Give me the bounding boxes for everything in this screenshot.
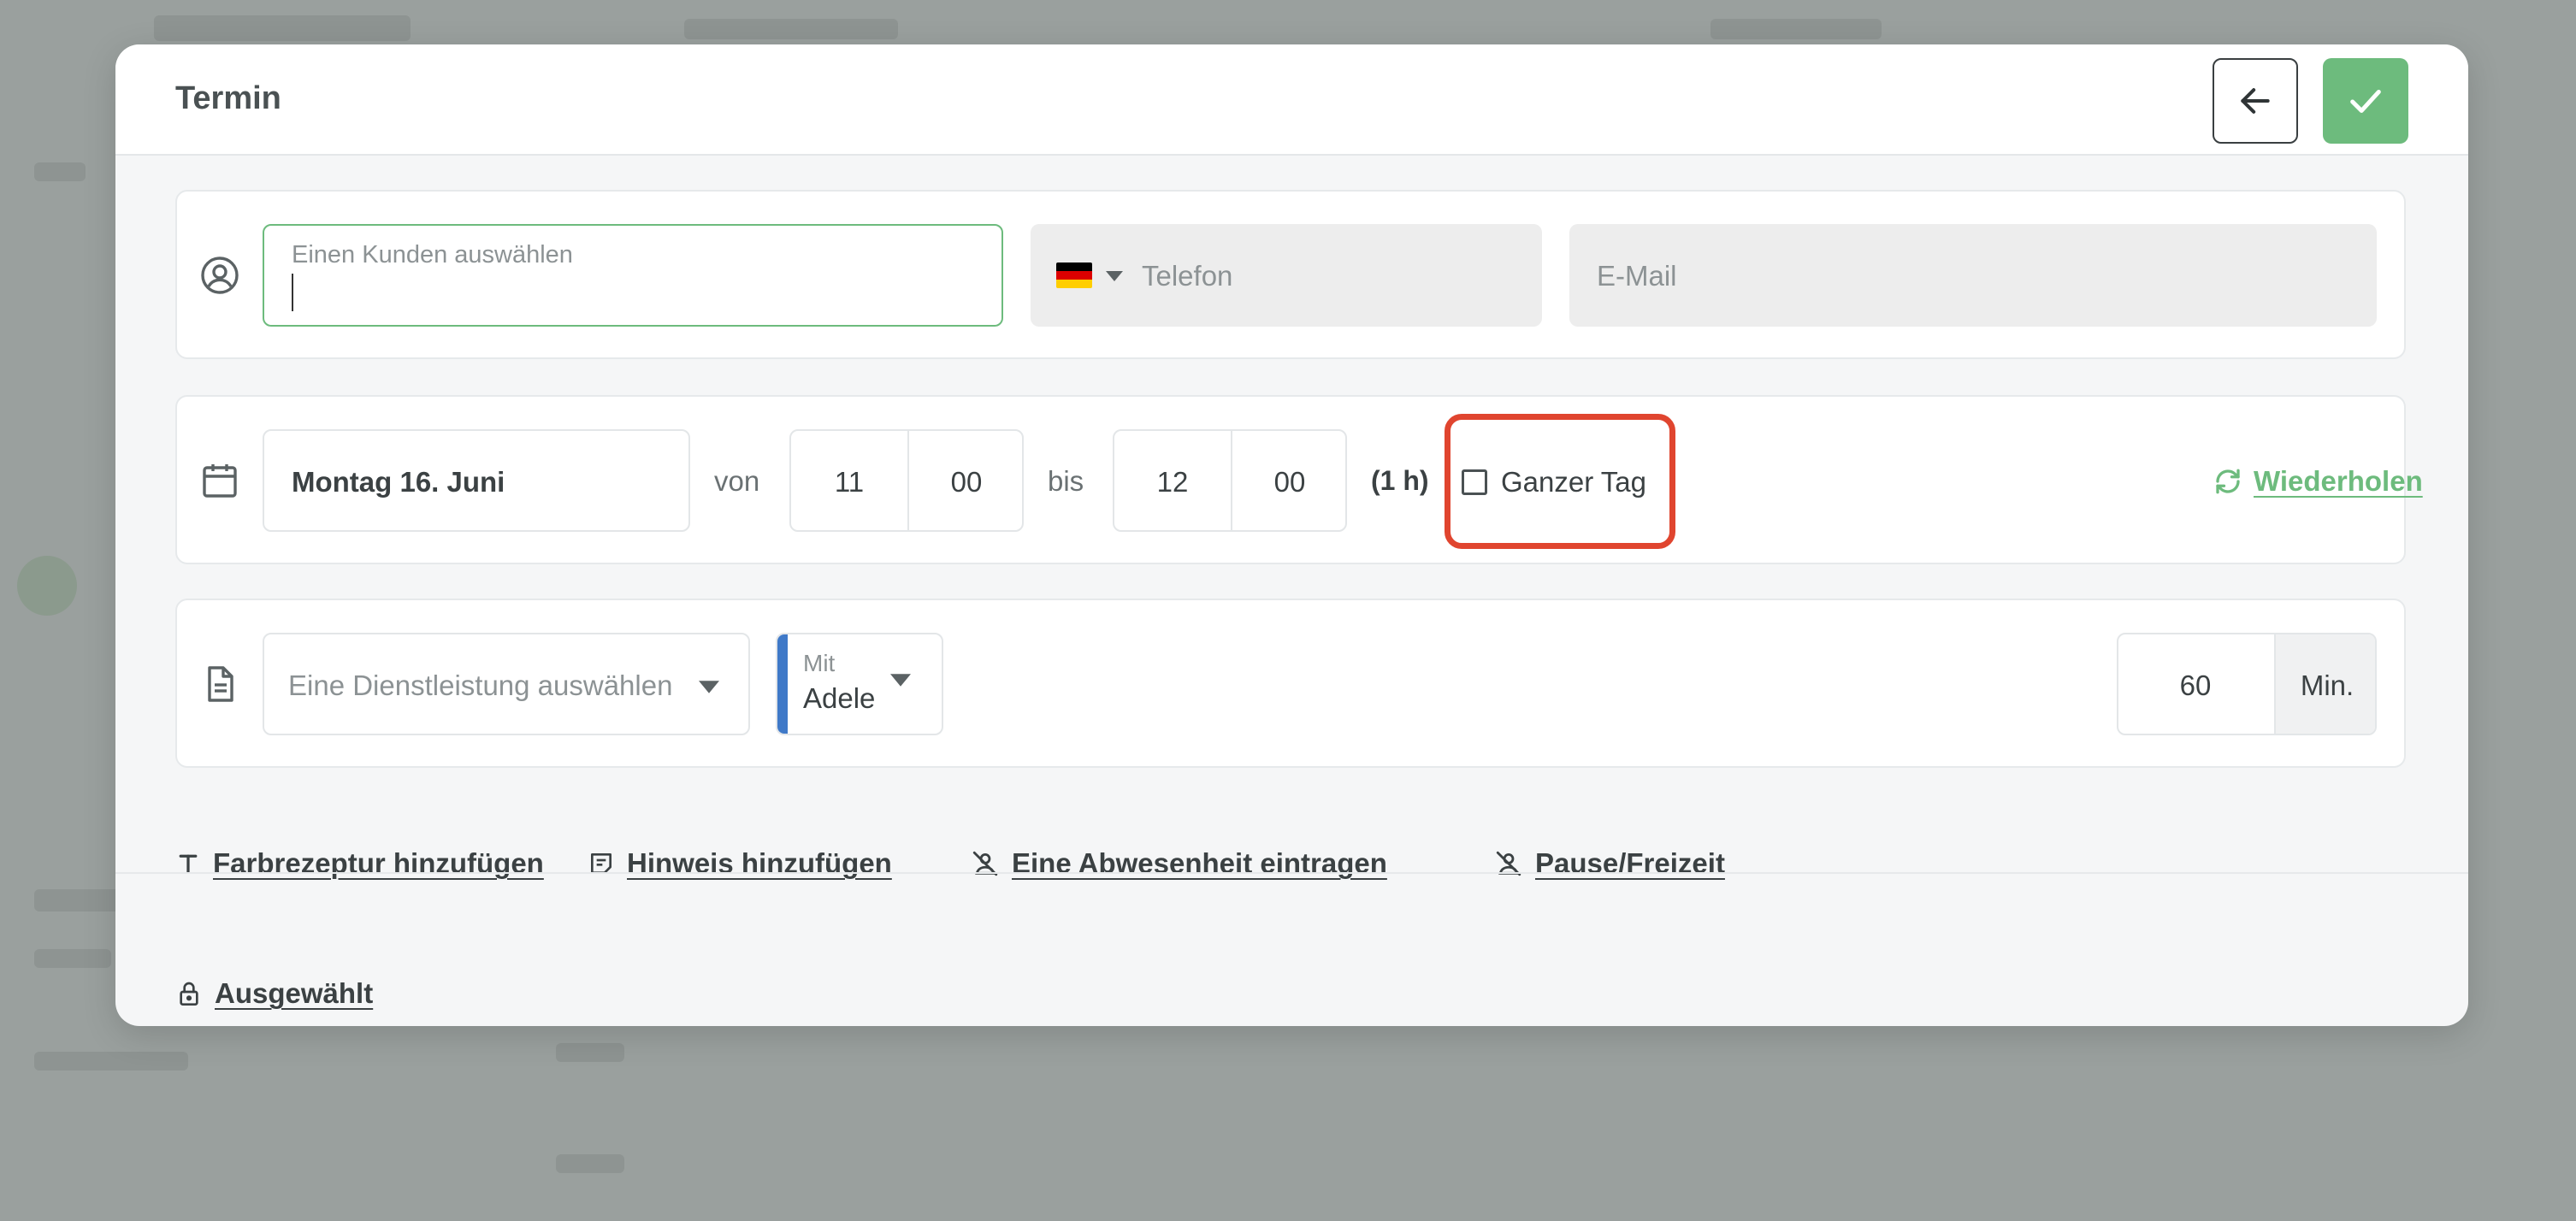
customer-placeholder: Einen Kunden auswählen xyxy=(292,241,573,268)
end-minute-input[interactable]: 00 xyxy=(1232,466,1347,498)
bg-bar xyxy=(34,1052,188,1071)
duration-input: 60 Min. xyxy=(2117,633,2377,735)
minutes-unit: Min. xyxy=(2300,669,2354,701)
start-time-input: 11 00 xyxy=(789,429,1024,532)
service-select[interactable]: Eine Dienstleistung auswählen xyxy=(263,633,750,735)
schedule-card: Montag 16. Juni von 11 00 bis 12 00 (1 h… xyxy=(175,395,2423,564)
modal-header: Termin xyxy=(115,44,2468,156)
start-minute-input[interactable]: 00 xyxy=(909,466,1024,498)
arrow-left-icon xyxy=(2241,88,2270,114)
text-cursor xyxy=(292,274,293,311)
add-note-label: Hinweis hinzufügen xyxy=(627,847,892,879)
appointment-modal: Termin Einen Kunden auswählen Telefon E-… xyxy=(115,44,2468,1026)
selected-lock-link[interactable]: Ausgewählt xyxy=(175,976,373,1011)
footer-divider xyxy=(115,872,2468,874)
to-label: bis xyxy=(1048,465,1084,497)
staff-color-bar xyxy=(777,634,788,734)
bg-bar xyxy=(34,162,86,181)
customer-search-input[interactable]: Einen Kunden auswählen xyxy=(263,224,1003,327)
all-day-label: Ganzer Tag xyxy=(1501,466,1646,498)
all-day-checkbox[interactable]: Ganzer Tag xyxy=(1462,457,1646,508)
repeat-link[interactable]: Wiederholen xyxy=(2213,460,2423,503)
check-icon xyxy=(2350,89,2381,113)
repeat-label: Wiederholen xyxy=(2254,465,2423,497)
bg-bar xyxy=(1710,19,1882,39)
caret-down-icon xyxy=(890,674,911,687)
end-hour-input[interactable]: 12 xyxy=(1114,466,1231,498)
end-time-input: 12 00 xyxy=(1113,429,1347,532)
modal-title: Termin xyxy=(175,80,281,116)
staff-name: Adele xyxy=(803,682,876,714)
calendar-icon xyxy=(203,464,237,498)
bg-bar xyxy=(684,19,898,39)
phone-input[interactable]: Telefon xyxy=(1031,224,1542,327)
back-button[interactable] xyxy=(2213,58,2298,144)
germany-flag-icon[interactable] xyxy=(1056,262,1092,288)
date-picker[interactable]: Montag 16. Juni xyxy=(263,429,690,532)
add-color-recipe-link[interactable]: Farbrezeptur hinzufügen xyxy=(175,846,544,881)
add-absence-link[interactable]: Eine Abwesenheit eintragen xyxy=(971,846,1387,881)
add-note-link[interactable]: Hinweis hinzufügen xyxy=(588,846,892,881)
email-placeholder: E-Mail xyxy=(1597,260,1677,292)
start-hour-input[interactable]: 11 xyxy=(791,466,907,498)
lock-icon xyxy=(180,982,198,1006)
add-pause-label: Pause/Freizeit xyxy=(1535,847,1725,879)
bg-bar xyxy=(34,949,111,968)
user-circle-icon xyxy=(201,257,239,294)
email-input[interactable]: E-Mail xyxy=(1569,224,2377,327)
bg-dot xyxy=(17,556,77,616)
from-label: von xyxy=(714,465,760,497)
document-icon xyxy=(208,666,233,702)
customer-card: Einen Kunden auswählen Telefon E-Mail xyxy=(175,190,2406,359)
minutes-input[interactable]: 60 xyxy=(2118,669,2272,702)
caret-down-icon xyxy=(699,681,719,693)
duration-label: (1 h) xyxy=(1371,465,1429,496)
add-absence-label: Eine Abwesenheit eintragen xyxy=(1012,847,1387,879)
date-value: Montag 16. Juni xyxy=(292,466,505,498)
service-card: Eine Dienstleistung auswählen Mit Adele … xyxy=(175,599,2406,768)
caret-down-icon[interactable] xyxy=(1106,270,1123,282)
bg-title-bar xyxy=(154,15,411,41)
phone-placeholder: Telefon xyxy=(1142,260,1233,292)
add-color-recipe-label: Farbrezeptur hinzufügen xyxy=(213,847,544,879)
minutes-unit-box: Min. xyxy=(2274,634,2375,734)
service-placeholder: Eine Dienstleistung auswählen xyxy=(288,669,673,701)
add-pause-link[interactable]: Pause/Freizeit xyxy=(1494,846,1725,881)
bg-bar xyxy=(556,1154,624,1173)
bg-bar xyxy=(556,1043,624,1062)
save-button[interactable] xyxy=(2323,58,2408,144)
repeat-icon xyxy=(2216,469,2240,494)
staff-caption: Mit xyxy=(803,650,836,676)
selected-label: Ausgewählt xyxy=(215,977,374,1009)
staff-select[interactable]: Mit Adele xyxy=(776,633,943,735)
checkbox-square[interactable] xyxy=(1462,469,1487,495)
